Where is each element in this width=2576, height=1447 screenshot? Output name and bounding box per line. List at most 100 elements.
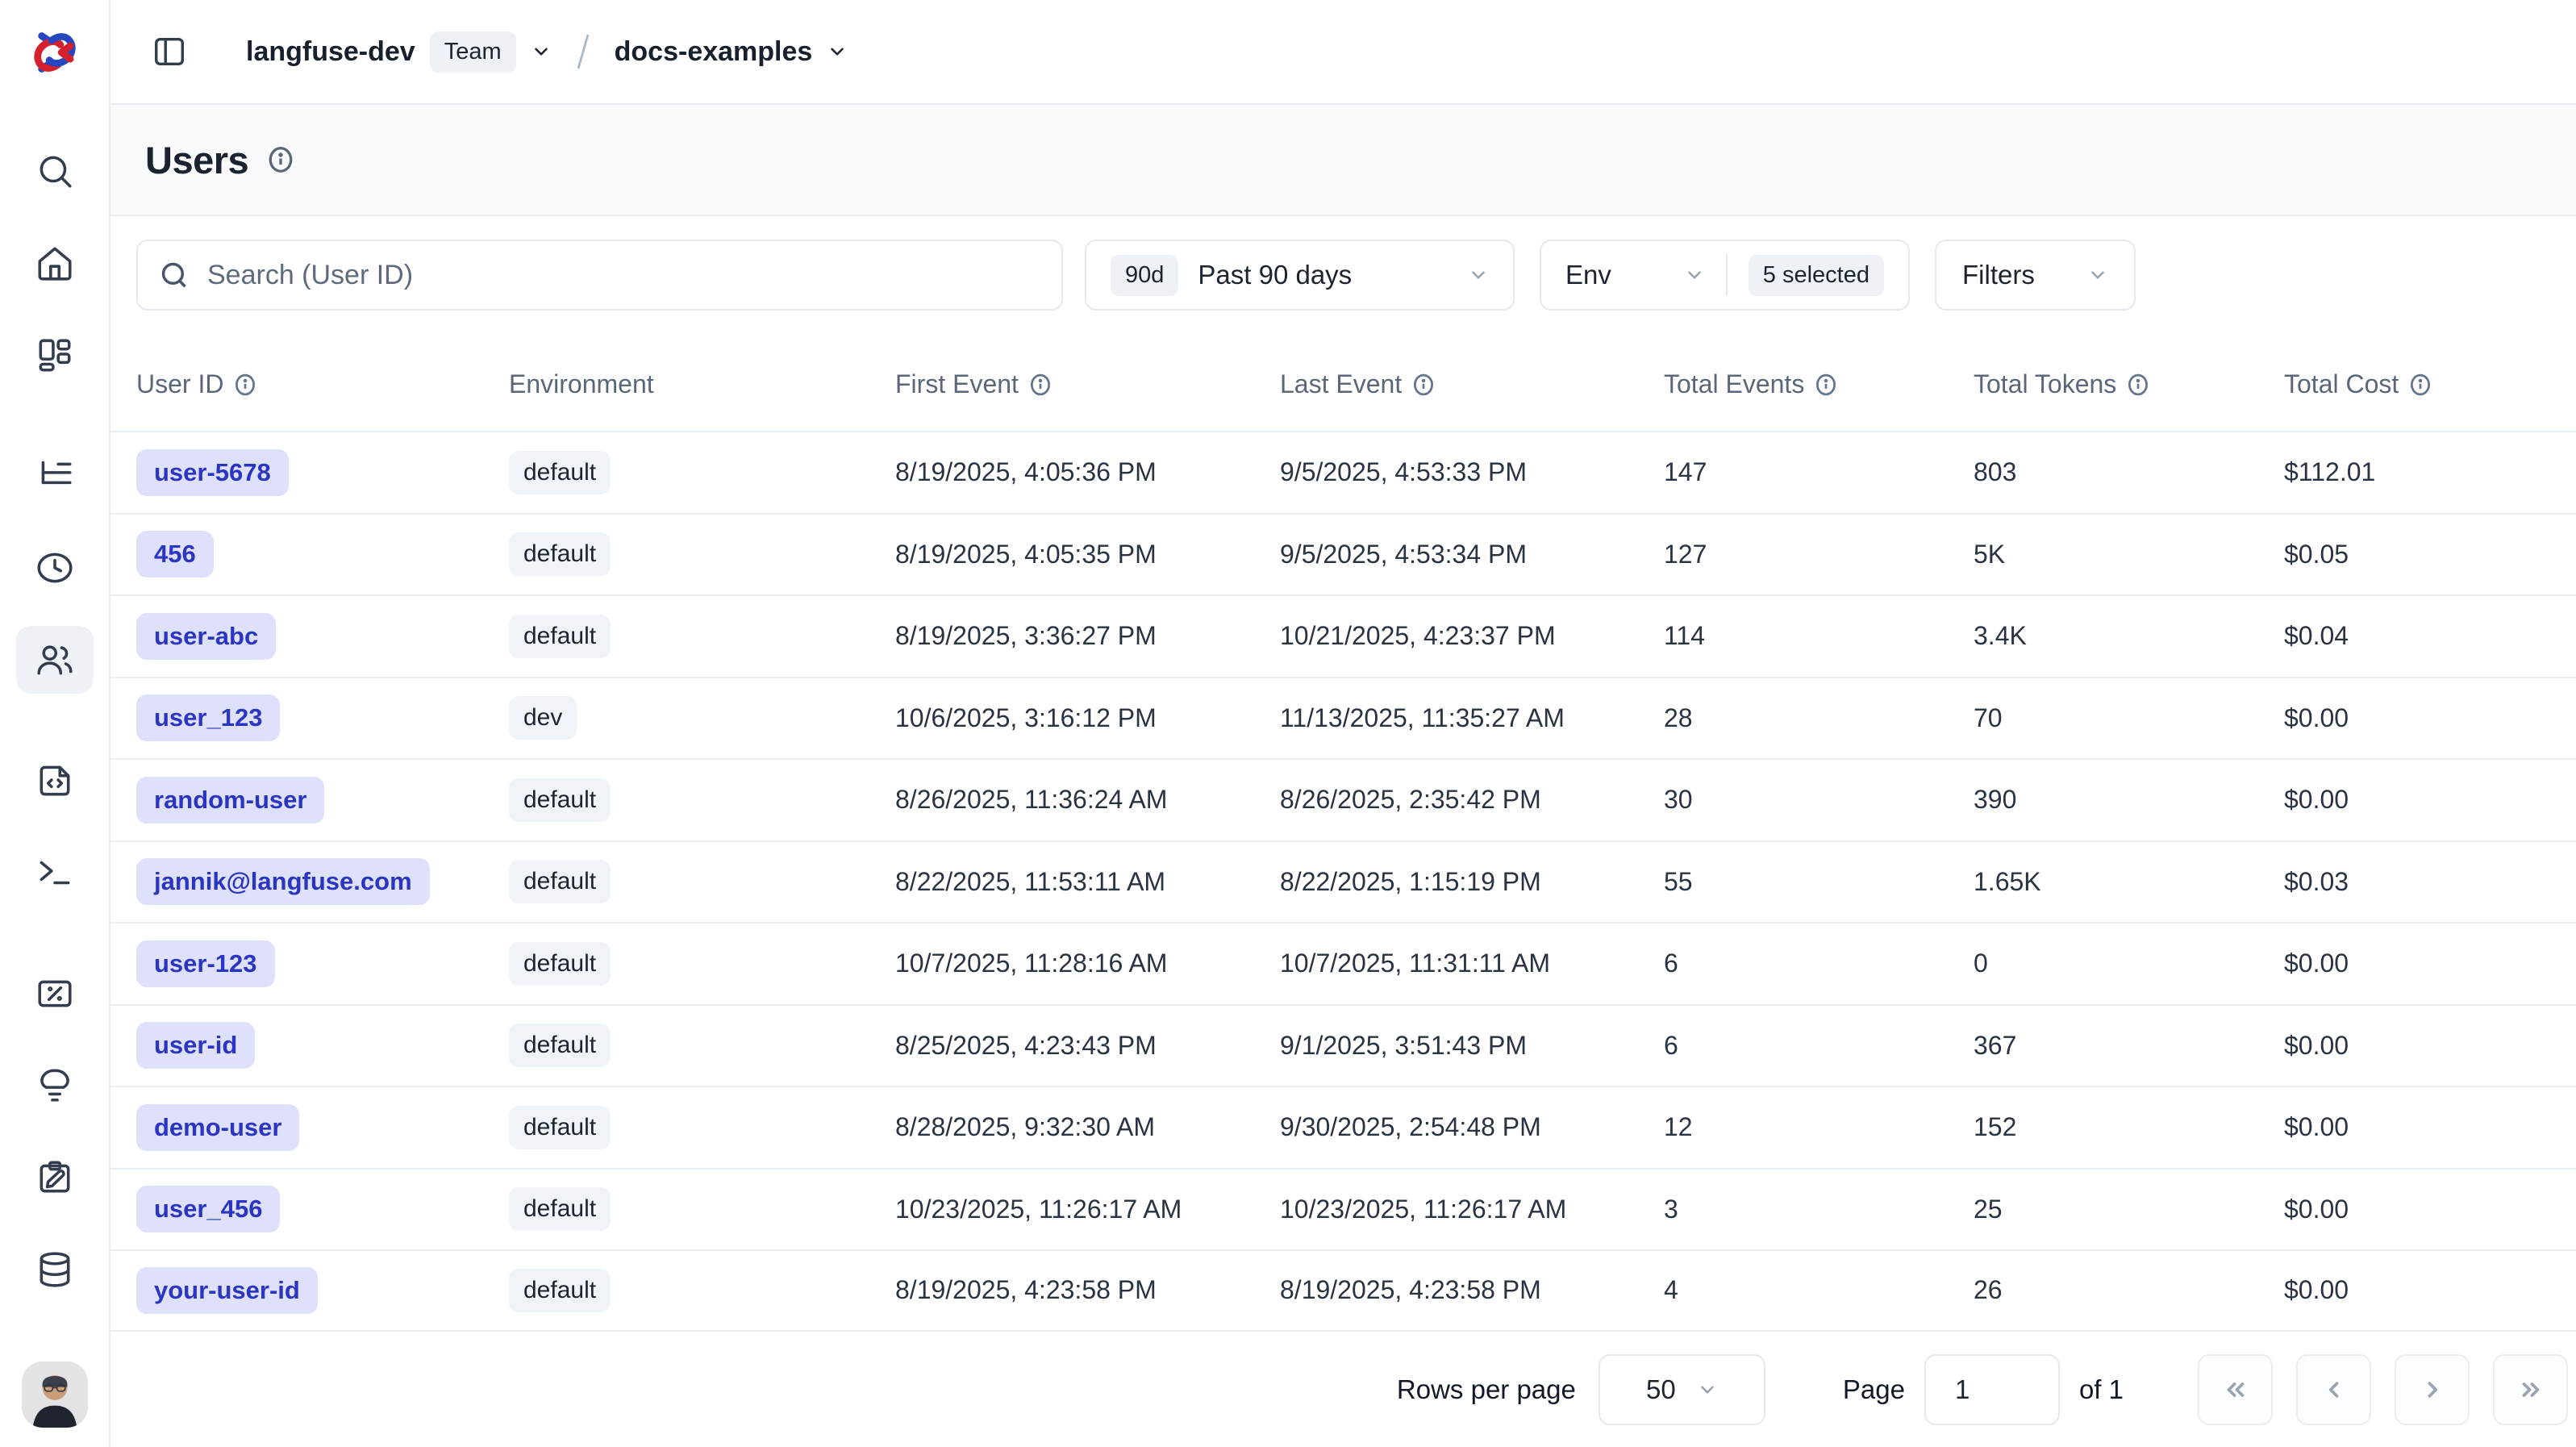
search-icon [35,151,75,191]
breadcrumb-workspace[interactable]: langfuse-dev Team [246,31,552,73]
environment-badge: default [509,1106,611,1149]
sidebar-item-dashboards[interactable] [16,321,94,389]
sidebar-item-sessions[interactable] [16,534,94,602]
total-tokens-cell: 70 [1974,703,2284,733]
sidebar-item-users[interactable] [16,626,94,694]
environment-filter-button[interactable]: Env 5 selected [1540,240,1910,311]
table-row[interactable]: user-abc default 8/19/2025, 3:36:27 PM 1… [110,594,2576,677]
user-id-badge[interactable]: user_123 [136,694,280,741]
column-header-total-events[interactable]: Total Events [1664,369,1974,399]
environment-badge: default [509,942,611,986]
playground-icon [35,853,75,893]
langfuse-logo[interactable] [0,0,109,105]
previous-page-button[interactable] [2296,1354,2371,1425]
table-row[interactable]: user-5678 default 8/19/2025, 4:05:36 PM … [110,431,2576,513]
date-range-badge: 90d [1111,255,1178,296]
environment-badge: default [509,860,611,903]
environment-badge: default [509,1269,611,1312]
user-id-badge[interactable]: user_456 [136,1186,280,1232]
user-id-badge[interactable]: jannik@langfuse.com [136,858,430,905]
column-header-total-tokens[interactable]: Total Tokens [1974,369,2284,399]
user-id-badge[interactable]: your-user-id [136,1267,318,1314]
user-id-badge[interactable]: random-user [136,777,324,824]
table-row[interactable]: jannik@langfuse.com default 8/22/2025, 1… [110,840,2576,923]
sidebar-item-playground[interactable] [16,839,94,907]
sidebar-item-prompts[interactable] [16,747,94,815]
sidebar-toggle-button[interactable] [140,22,199,81]
total-cost-cell: $0.00 [2284,703,2550,733]
table-row[interactable]: your-user-id default 8/19/2025, 4:23:58 … [110,1249,2576,1332]
total-tokens-cell: 367 [1974,1031,2284,1061]
sidebar-item-scores[interactable] [16,960,94,1028]
env-filter-label: Env [1565,260,1611,290]
sidebar-item-evaluators[interactable] [16,1052,94,1120]
total-events-cell: 4 [1664,1275,1974,1305]
sidebar-item-annotation-queues[interactable] [16,1144,94,1211]
last-event-cell: 10/21/2025, 4:23:37 PM [1280,621,1664,651]
info-icon [1028,373,1052,397]
prompts-icon [35,761,75,801]
last-event-cell: 9/30/2025, 2:54:48 PM [1280,1112,1664,1142]
total-events-cell: 3 [1664,1195,1974,1224]
column-header-total-cost[interactable]: Total Cost [2284,369,2550,399]
column-header-environment[interactable]: Environment [509,369,895,399]
last-event-cell: 8/22/2025, 1:15:19 PM [1280,867,1664,897]
user-id-badge[interactable]: user-abc [136,613,276,660]
sidebar-item-datasets[interactable] [16,1236,94,1303]
table-row[interactable]: user-123 default 10/7/2025, 11:28:16 AM … [110,922,2576,1004]
total-cost-cell: $112.01 [2284,457,2550,487]
first-event-cell: 8/19/2025, 3:36:27 PM [895,621,1280,651]
pagination-bar: Rows per page 50 Page of 1 [110,1332,2576,1447]
pagination-nav [2198,1354,2568,1425]
total-tokens-cell: 26 [1974,1275,2284,1305]
first-event-cell: 8/26/2025, 11:36:24 AM [895,785,1280,815]
filters-toolbar: 90d Past 90 days Env 5 selected Filters [110,216,2576,311]
date-range-button[interactable]: 90d Past 90 days [1085,240,1515,311]
sidebar-item-search[interactable] [16,137,94,205]
info-icon [1814,373,1838,397]
filters-label: Filters [1962,260,2035,290]
environment-badge: default [509,451,611,494]
total-events-cell: 12 [1664,1112,1974,1142]
first-page-button[interactable] [2198,1354,2273,1425]
workspace-name: langfuse-dev [246,36,415,68]
next-page-button[interactable] [2395,1354,2470,1425]
table-row[interactable]: user_456 default 10/23/2025, 11:26:17 AM… [110,1168,2576,1250]
table-row[interactable]: demo-user default 8/28/2025, 9:32:30 AM … [110,1086,2576,1168]
filters-button[interactable]: Filters [1935,240,2136,311]
page-number-input[interactable] [1924,1354,2060,1425]
sidebar-item-home[interactable] [16,229,94,297]
last-event-cell: 9/1/2025, 3:51:43 PM [1280,1031,1664,1061]
table-row[interactable]: user-id default 8/25/2025, 4:23:43 PM 9/… [110,1004,2576,1086]
info-icon[interactable] [266,145,295,174]
user-id-badge[interactable]: user-5678 [136,449,289,496]
breadcrumb-separator [569,31,597,73]
first-event-cell: 8/19/2025, 4:23:58 PM [895,1275,1280,1305]
last-event-cell: 9/5/2025, 4:53:34 PM [1280,540,1664,569]
user-id-badge[interactable]: demo-user [136,1104,299,1151]
langfuse-users-page: langfuse-dev Team docs-examples Users [0,0,2576,1447]
total-cost-cell: $0.05 [2284,540,2550,569]
user-id-badge[interactable]: user-123 [136,940,275,987]
total-events-cell: 30 [1664,785,1974,815]
last-page-button[interactable] [2493,1354,2568,1425]
column-header-user-id[interactable]: User ID [136,369,509,399]
table-row[interactable]: 456 default 8/19/2025, 4:05:35 PM 9/5/20… [110,513,2576,595]
project-name: docs-examples [615,36,813,68]
last-event-cell: 8/26/2025, 2:35:42 PM [1280,785,1664,815]
rows-per-page-select[interactable]: 50 [1599,1354,1765,1425]
table-row[interactable]: random-user default 8/26/2025, 11:36:24 … [110,758,2576,840]
info-icon [233,373,257,397]
column-header-first-event[interactable]: First Event [895,369,1280,399]
divider [1726,254,1728,296]
user-avatar[interactable] [22,1362,88,1428]
sidebar-item-tracing[interactable] [16,442,94,510]
column-header-last-event[interactable]: Last Event [1280,369,1664,399]
user-id-badge[interactable]: user-id [136,1022,255,1069]
table-row[interactable]: user_123 dev 10/6/2025, 3:16:12 PM 11/13… [110,677,2576,759]
breadcrumb-project[interactable]: docs-examples [615,36,848,68]
search-input[interactable] [207,260,1040,291]
main-content: langfuse-dev Team docs-examples Users [110,0,2576,1447]
total-events-cell: 55 [1664,867,1974,897]
user-id-badge[interactable]: 456 [136,531,214,578]
